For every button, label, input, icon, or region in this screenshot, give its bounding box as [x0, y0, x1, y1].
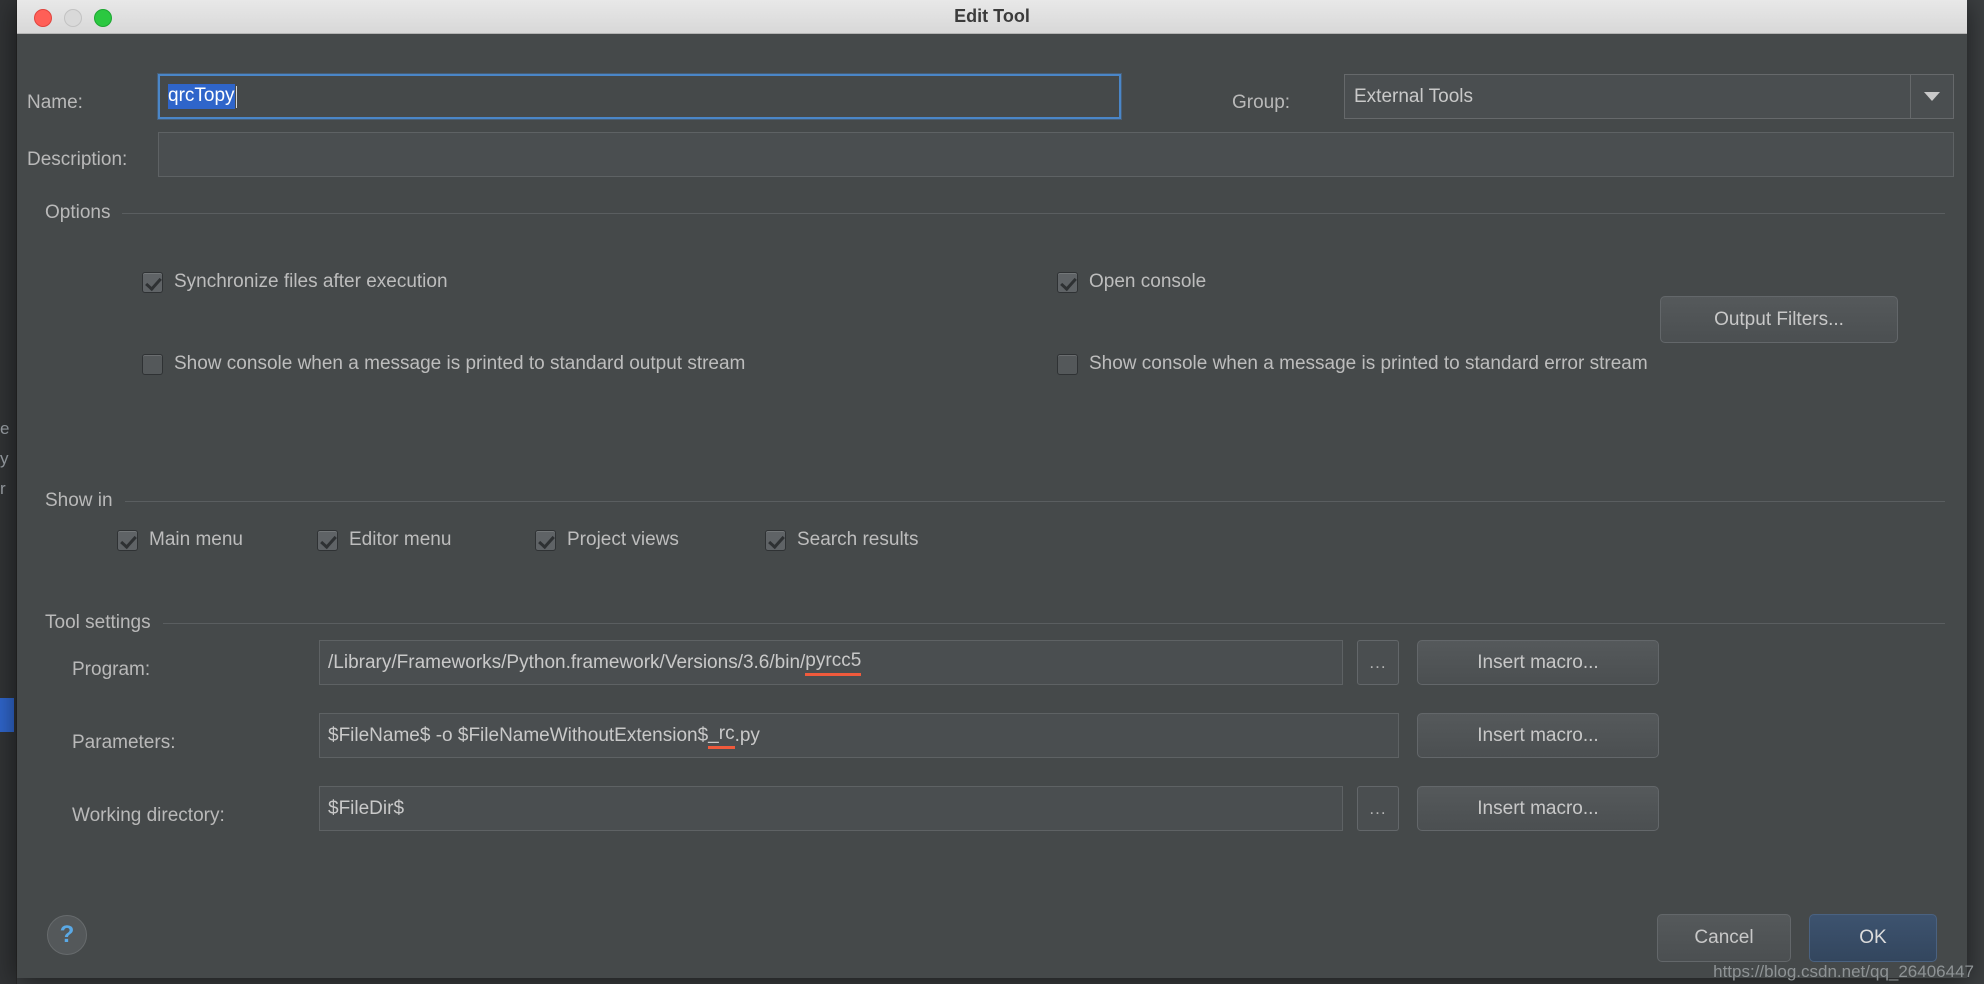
checkbox-search-results[interactable]: Search results [765, 529, 918, 551]
background-ghost-line-1: e [0, 419, 10, 438]
description-label: Description: [27, 149, 128, 170]
program-label: Program: [72, 659, 151, 680]
group-dropdown-value: External Tools [1354, 85, 1473, 107]
checkbox-label: Project views [567, 529, 679, 550]
background-selected-row [0, 698, 14, 732]
options-section-label: Options [45, 202, 111, 223]
working-directory-label: Working directory: [72, 805, 225, 826]
edit-tool-dialog: Edit Tool Name: qrcTopy Group: External … [17, 0, 1967, 978]
parameters-input-value-error: _rc [708, 723, 735, 749]
checkbox-show-console-stdout[interactable]: Show console when a message is printed t… [142, 353, 745, 375]
checkbox-editor-menu[interactable]: Editor menu [317, 529, 451, 551]
checkbox-label: Main menu [149, 529, 243, 550]
checkbox-indicator[interactable] [317, 529, 338, 551]
checkbox-indicator[interactable] [765, 529, 786, 551]
name-label: Name: [27, 92, 83, 113]
working-directory-insert-macro-button[interactable]: Insert macro... [1417, 786, 1659, 831]
program-insert-macro-button[interactable]: Insert macro... [1417, 640, 1659, 685]
checkbox-label: Synchronize files after execution [174, 271, 448, 292]
tool-settings-section-header: Tool settings [45, 612, 1945, 634]
parameters-input-value-tail: .py [734, 724, 760, 746]
group-dropdown[interactable]: External Tools [1344, 74, 1954, 119]
checkbox-synchronize-files[interactable]: Synchronize files after execution [142, 271, 448, 293]
ok-button[interactable]: OK [1809, 914, 1937, 962]
program-input-value: /Library/Frameworks/Python.framework/Ver… [328, 651, 806, 673]
working-directory-input-value: $FileDir$ [328, 797, 405, 819]
dialog-content: Name: qrcTopy Group: External Tools Desc… [17, 34, 1967, 978]
checkbox-project-views[interactable]: Project views [535, 529, 679, 551]
name-input-selected-text: qrcTopy [168, 84, 235, 109]
checkbox-label: Search results [797, 529, 919, 550]
parameters-input-value: $FileName$ -o $FileNameWithoutExtension$ [328, 724, 709, 746]
working-directory-browse-button[interactable]: ... [1357, 786, 1399, 831]
checkbox-indicator[interactable] [1057, 271, 1078, 293]
parameters-insert-macro-button[interactable]: Insert macro... [1417, 713, 1659, 758]
description-input[interactable] [158, 132, 1954, 177]
name-input[interactable]: qrcTopy [158, 74, 1121, 119]
text-caret [235, 85, 237, 108]
checkbox-indicator[interactable] [142, 271, 163, 293]
program-browse-button[interactable]: ... [1357, 640, 1399, 685]
program-input[interactable]: /Library/Frameworks/Python.framework/Ver… [319, 640, 1343, 685]
section-divider [124, 500, 1945, 502]
checkbox-main-menu[interactable]: Main menu [117, 529, 243, 551]
show-in-section-header: Show in [45, 490, 1945, 512]
options-section-header: Options [45, 202, 1945, 224]
checkbox-indicator[interactable] [117, 529, 138, 551]
section-divider [162, 622, 1945, 624]
checkbox-label: Show console when a message is printed t… [1089, 353, 1648, 374]
checkbox-label: Editor menu [349, 529, 452, 550]
background-ghost-line-3: r [0, 479, 6, 498]
checkbox-indicator[interactable] [142, 353, 163, 375]
show-in-section-label: Show in [45, 490, 113, 511]
output-filters-button[interactable]: Output Filters... [1660, 296, 1898, 343]
checkbox-show-console-stderr[interactable]: Show console when a message is printed t… [1057, 353, 1648, 375]
help-button[interactable]: ? [47, 915, 87, 955]
group-label: Group: [1232, 92, 1291, 113]
parameters-input[interactable]: $FileName$ -o $FileNameWithoutExtension$… [319, 713, 1399, 758]
tool-settings-section-label: Tool settings [45, 612, 151, 633]
working-directory-input[interactable]: $FileDir$ [319, 786, 1343, 831]
program-input-value-error: pyrcc5 [805, 650, 862, 676]
checkbox-indicator[interactable] [535, 529, 556, 551]
background-ghost-line-2: y [0, 449, 9, 468]
checkbox-open-console[interactable]: Open console [1057, 271, 1206, 293]
chevron-down-icon[interactable] [1910, 75, 1953, 118]
window-title: Edit Tool [954, 6, 1030, 26]
title-bar: Edit Tool [17, 0, 1967, 34]
watermark-text: https://blog.csdn.net/qq_26406447 [1713, 962, 1974, 981]
checkbox-label: Show console when a message is printed t… [174, 353, 746, 374]
cancel-button[interactable]: Cancel [1657, 914, 1791, 962]
section-divider [122, 212, 1945, 214]
checkbox-indicator[interactable] [1057, 353, 1078, 375]
checkbox-label: Open console [1089, 271, 1207, 292]
parameters-label: Parameters: [72, 732, 176, 753]
